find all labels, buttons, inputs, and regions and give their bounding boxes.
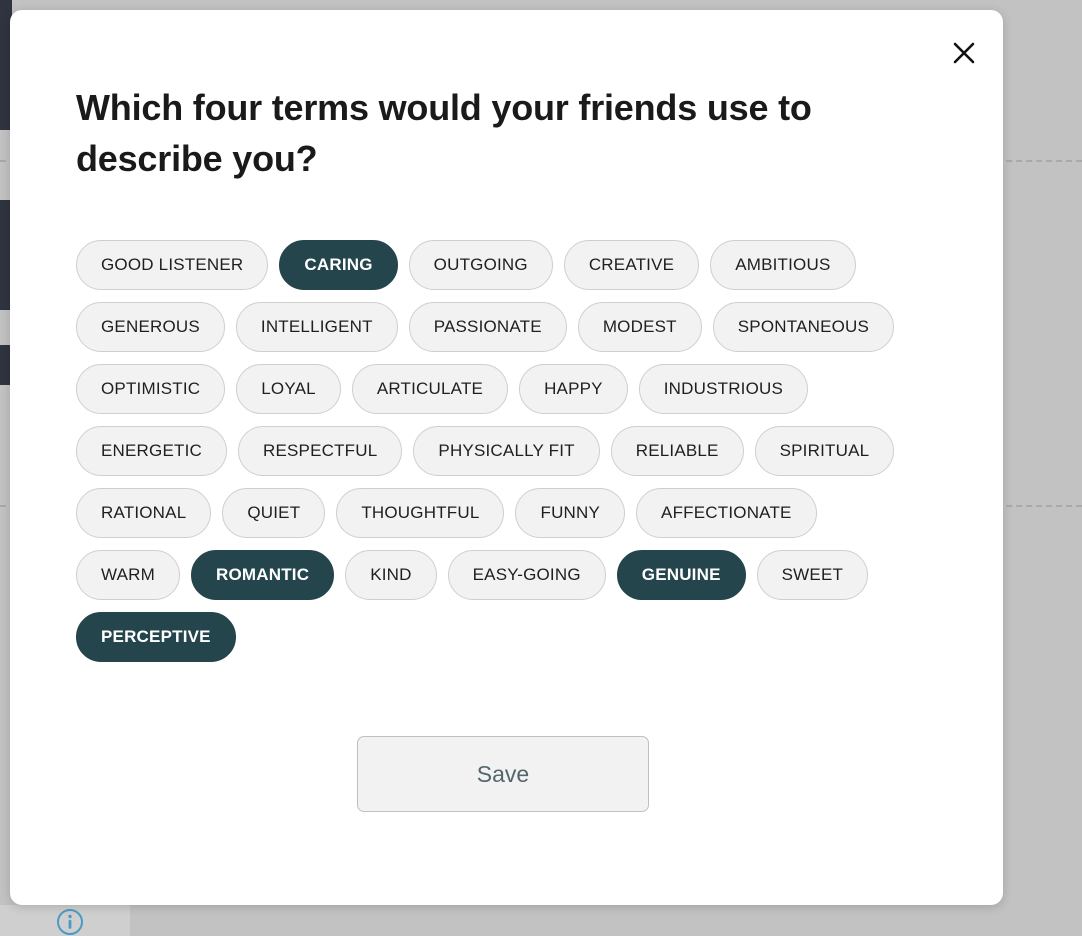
term-chip[interactable]: ROMANTIC	[191, 550, 335, 601]
term-chip[interactable]: FUNNY	[515, 488, 626, 539]
term-chip[interactable]: ENERGETIC	[76, 426, 227, 477]
term-chip[interactable]: OUTGOING	[408, 240, 553, 291]
term-chip[interactable]: ARTICULATE	[351, 364, 509, 415]
term-chip[interactable]: INDUSTRIOUS	[638, 364, 809, 415]
terms-selection-modal: Which four terms would your friends use …	[10, 10, 1003, 905]
term-chip[interactable]: GENEROUS	[76, 302, 225, 353]
term-chip[interactable]: GENUINE	[616, 550, 746, 601]
term-chip[interactable]: RESPECTFUL	[237, 426, 403, 477]
term-chip[interactable]: CREATIVE	[563, 240, 700, 291]
term-chip[interactable]: AFFECTIONATE	[636, 488, 817, 539]
term-chip-row: GOOD LISTENER CARING OUTGOING CREATIVE AMBIT…	[76, 240, 943, 291]
page-title: Which four terms would your friends use …	[76, 87, 812, 180]
term-chip[interactable]: AMBITIOUS	[710, 240, 856, 291]
term-chip[interactable]: WARM	[76, 550, 180, 601]
term-chip[interactable]: RELIABLE	[610, 426, 744, 477]
save-button[interactable]: Save	[357, 736, 649, 813]
term-chip[interactable]: THOUGHTFUL	[336, 488, 505, 539]
term-chip-row: GENEROUS INTELLIGENT PASSIONATE MODEST SPONT…	[76, 302, 943, 353]
term-chip-row: OPTIMISTIC LOYAL ARTICULATE HAPPY INDUSTRIOU…	[76, 364, 943, 415]
term-chip[interactable]: KIND	[345, 550, 437, 601]
term-chip[interactable]: SWEET	[756, 550, 869, 601]
term-chip-row: WARM ROMANTIC KIND EASY-GOING GENUINE SWEET	[76, 550, 943, 601]
term-chip-row: RATIONAL QUIET THOUGHTFUL FUNNY AFFECTIONATE	[76, 488, 943, 539]
save-row: Save	[10, 674, 1003, 813]
term-chip[interactable]: SPIRITUAL	[754, 426, 895, 477]
term-chip[interactable]: PHYSICALLY FIT	[413, 426, 600, 477]
term-chip[interactable]: GOOD LISTENER	[76, 240, 269, 291]
term-chip-row: ENERGETIC RESPECTFUL PHYSICALLY FIT RELIABL…	[76, 426, 943, 477]
term-chip[interactable]: CARING	[279, 240, 398, 291]
term-chip[interactable]: QUIET	[222, 488, 326, 539]
term-chip[interactable]: RATIONAL	[76, 488, 212, 539]
info-icon[interactable]	[56, 908, 84, 936]
term-chip[interactable]: PASSIONATE	[408, 302, 567, 353]
term-chip[interactable]: OPTIMISTIC	[76, 364, 226, 415]
term-chip[interactable]: INTELLIGENT	[235, 302, 398, 353]
close-icon[interactable]	[943, 32, 985, 74]
term-chip-row: PERCEPTIVE	[76, 612, 943, 663]
term-chip[interactable]: EASY-GOING	[447, 550, 606, 601]
term-chip[interactable]: MODEST	[577, 302, 702, 353]
term-chip[interactable]: SPONTANEOUS	[712, 302, 895, 353]
term-chip[interactable]: LOYAL	[236, 364, 341, 415]
term-chip[interactable]: PERCEPTIVE	[76, 612, 236, 663]
term-chip[interactable]: HAPPY	[519, 364, 628, 415]
term-chip-group: GOOD LISTENER CARING OUTGOING CREATIVE AMBIT…	[10, 184, 1003, 663]
